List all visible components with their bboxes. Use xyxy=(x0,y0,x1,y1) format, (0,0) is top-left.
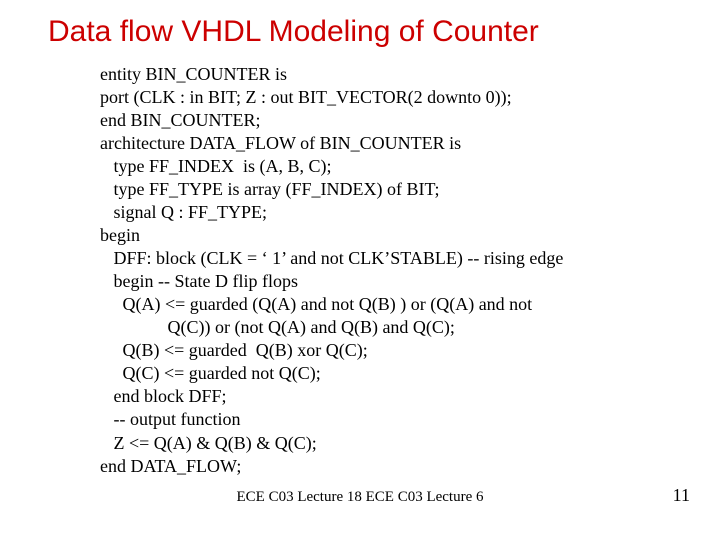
code-line: end BIN_COUNTER; xyxy=(100,110,261,130)
code-line: Q(B) <= guarded Q(B) xor Q(C); xyxy=(100,340,368,360)
code-line: type FF_TYPE is array (FF_INDEX) of BIT; xyxy=(100,179,439,199)
code-line: Z <= Q(A) & Q(B) & Q(C); xyxy=(100,433,317,453)
slide: Data flow VHDL Modeling of Counter entit… xyxy=(0,0,720,540)
code-line: Q(A) <= guarded (Q(A) and not Q(B) ) or … xyxy=(100,294,532,314)
code-line: Q(C)) or (not Q(A) and Q(B) and Q(C); xyxy=(100,317,455,337)
code-line: architecture DATA_FLOW of BIN_COUNTER is xyxy=(100,133,461,153)
slide-title: Data flow VHDL Modeling of Counter xyxy=(48,15,680,49)
code-line: type FF_INDEX is (A, B, C); xyxy=(100,156,332,176)
code-line: entity BIN_COUNTER is xyxy=(100,64,287,84)
code-line: begin -- State D flip flops xyxy=(100,271,298,291)
code-line: end block DFF; xyxy=(100,386,227,406)
page-number: 11 xyxy=(673,485,690,506)
code-line: port (CLK : in BIT; Z : out BIT_VECTOR(2… xyxy=(100,87,512,107)
footer-lecture-label: ECE C03 Lecture 18 ECE C03 Lecture 6 xyxy=(0,489,720,506)
code-line: Q(C) <= guarded not Q(C); xyxy=(100,363,321,383)
code-line: end DATA_FLOW; xyxy=(100,456,241,476)
vhdl-code-block: entity BIN_COUNTER is port (CLK : in BIT… xyxy=(100,63,680,478)
code-line: DFF: block (CLK = ‘ 1’ and not CLK’STABL… xyxy=(100,248,563,268)
code-line: -- output function xyxy=(100,409,240,429)
code-line: begin xyxy=(100,225,140,245)
code-line: signal Q : FF_TYPE; xyxy=(100,202,267,222)
